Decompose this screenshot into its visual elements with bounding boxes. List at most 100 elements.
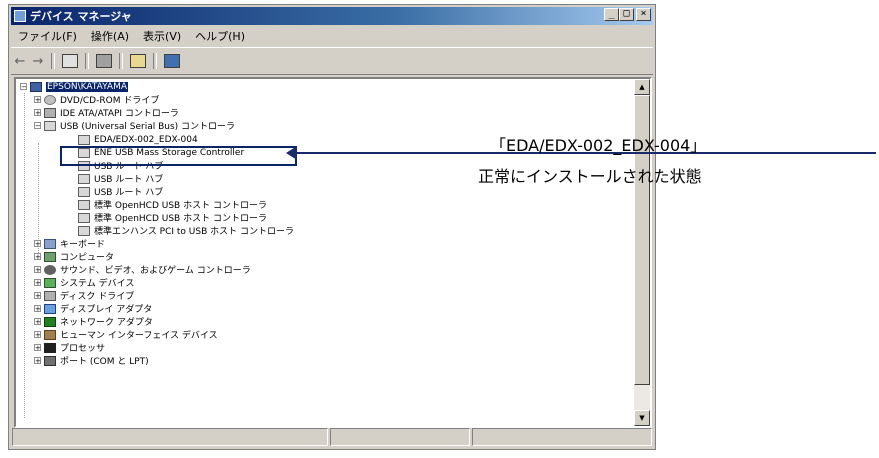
- collapse-toggle[interactable]: −: [34, 122, 41, 130]
- tree-item-label: ヒューマン インターフェイス デバイス: [60, 331, 218, 341]
- tree-item-computer[interactable]: + コンピュータ: [34, 250, 114, 263]
- menu-bar: ファイル(F) 操作(A) 表示(V) ヘルプ(H): [11, 26, 653, 46]
- forward-arrow-icon[interactable]: →: [29, 54, 47, 69]
- usb-icon: [44, 120, 56, 131]
- root-label: EPSON\KATAYAMA: [46, 81, 129, 92]
- expand-toggle[interactable]: +: [34, 96, 41, 104]
- menu-file[interactable]: ファイル(F): [11, 28, 84, 44]
- toolbar: ← →: [11, 47, 653, 75]
- show-hide-tree-icon[interactable]: [62, 54, 78, 68]
- usb-device-eda[interactable]: EDA/EDX-002_EDX-004: [78, 133, 198, 146]
- tree-item-label: プロセッサ: [60, 344, 106, 354]
- status-bar: [12, 428, 652, 446]
- tree-item-label: ポート (COM と LPT): [60, 357, 149, 367]
- status-pane-3: [472, 428, 652, 446]
- tree-item-network[interactable]: + ネットワーク アダプタ: [34, 315, 153, 328]
- expand-toggle[interactable]: +: [34, 344, 41, 352]
- tree-item-processor[interactable]: + プロセッサ: [34, 341, 105, 354]
- usb-host-controller-1[interactable]: 標準 OpenHCD USB ホスト コントローラ: [78, 198, 267, 211]
- device-manager-icon: [14, 10, 26, 22]
- menu-view[interactable]: 表示(V): [136, 28, 188, 44]
- tree-item-display[interactable]: + ディスプレイ アダプタ: [34, 302, 152, 315]
- tree-item-disk[interactable]: + ディスク ドライブ: [34, 289, 134, 302]
- usb-device-icon: [78, 199, 90, 210]
- expand-toggle[interactable]: +: [34, 318, 41, 326]
- usb-root-hub-2[interactable]: USB ルート ハブ: [78, 172, 163, 185]
- usb-device-label: 標準 OpenHCD USB ホスト コントローラ: [94, 214, 267, 224]
- toolbar-separator: [119, 53, 123, 69]
- expand-toggle[interactable]: +: [34, 305, 41, 313]
- tree-item-label: サウンド、ビデオ、およびゲーム コントローラ: [60, 266, 251, 276]
- system-icon: [44, 277, 56, 288]
- maximize-button[interactable]: □: [619, 8, 634, 21]
- highlight-box: [60, 146, 297, 166]
- usb-device-label: 標準 OpenHCD USB ホスト コントローラ: [94, 201, 267, 211]
- tree-item-ide[interactable]: + IDE ATA/ATAPI コントローラ: [34, 106, 179, 119]
- usb-device-label: USB ルート ハブ: [94, 175, 164, 185]
- disk-icon: [44, 290, 56, 301]
- usb-enhanced-host-controller[interactable]: 標準エンハンス PCI to USB ホスト コントローラ: [78, 224, 294, 237]
- back-arrow-icon[interactable]: ←: [11, 54, 29, 69]
- tree-item-label: コンピュータ: [60, 253, 115, 263]
- menu-help[interactable]: ヘルプ(H): [188, 28, 252, 44]
- expand-toggle[interactable]: +: [34, 109, 41, 117]
- collapse-toggle[interactable]: −: [20, 83, 27, 91]
- computer-icon: [44, 251, 56, 262]
- print-icon[interactable]: [96, 54, 112, 68]
- sound-icon: [44, 264, 56, 275]
- annotation-device-name: 「EDA/EDX-002_EDX-004」: [490, 136, 707, 155]
- expand-toggle[interactable]: +: [34, 331, 41, 339]
- close-button[interactable]: ×: [636, 8, 651, 21]
- port-icon: [44, 355, 56, 366]
- dvd-drive-icon: [44, 94, 56, 105]
- toolbar-separator: [85, 53, 89, 69]
- device-tree-pane: − EPSON\KATAYAMA + DVD/CD-ROM ドライブ + IDE…: [14, 77, 652, 428]
- usb-host-controller-2[interactable]: 標準 OpenHCD USB ホスト コントローラ: [78, 211, 267, 224]
- tree-item-hid[interactable]: + ヒューマン インターフェイス デバイス: [34, 328, 218, 341]
- tree-item-dvd[interactable]: + DVD/CD-ROM ドライブ: [34, 93, 159, 106]
- annotation-status: 正常にインストールされた状態: [478, 167, 702, 186]
- help-icon[interactable]: [130, 54, 146, 68]
- tree-item-keyboard[interactable]: + キーボード: [34, 237, 105, 250]
- expand-toggle[interactable]: +: [34, 357, 41, 365]
- hid-icon: [44, 329, 56, 340]
- usb-device-icon: [78, 225, 90, 236]
- tree-item-usb[interactable]: − USB (Universal Serial Bus) コントローラ: [34, 119, 235, 132]
- network-icon: [44, 316, 56, 327]
- expand-toggle[interactable]: +: [34, 279, 41, 287]
- usb-device-label: EDA/EDX-002_EDX-004: [94, 134, 198, 145]
- expand-toggle[interactable]: +: [34, 240, 41, 248]
- usb-device-icon: [78, 212, 90, 223]
- tree-item-label: IDE ATA/ATAPI コントローラ: [60, 109, 179, 119]
- title-bar[interactable]: デバイス マネージャ _ □ ×: [11, 7, 653, 25]
- status-pane-1: [12, 428, 328, 446]
- tree-item-system[interactable]: + システム デバイス: [34, 276, 134, 289]
- usb-root-hub-3[interactable]: USB ルート ハブ: [78, 185, 163, 198]
- tree-root[interactable]: − EPSON\KATAYAMA: [20, 80, 129, 93]
- tree-item-port[interactable]: + ポート (COM と LPT): [34, 354, 149, 367]
- scroll-down-button[interactable]: ▼: [634, 410, 650, 426]
- properties-icon[interactable]: [164, 54, 180, 68]
- usb-device-label: 標準エンハンス PCI to USB ホスト コントローラ: [94, 227, 295, 237]
- expand-toggle[interactable]: +: [34, 253, 41, 261]
- usb-device-label: USB ルート ハブ: [94, 188, 164, 198]
- tree-item-label: ディスク ドライブ: [60, 292, 135, 302]
- menu-action[interactable]: 操作(A): [84, 28, 136, 44]
- expand-toggle[interactable]: +: [34, 292, 41, 300]
- ide-icon: [44, 107, 56, 118]
- tree-item-label: システム デバイス: [60, 279, 135, 289]
- tree-item-label: ネットワーク アダプタ: [60, 318, 153, 328]
- minimize-button[interactable]: _: [604, 8, 619, 21]
- computer-root-icon: [30, 81, 42, 92]
- tree-item-label: ディスプレイ アダプタ: [60, 305, 153, 315]
- tree-item-label: キーボード: [60, 240, 106, 250]
- caption-buttons: _ □ ×: [604, 8, 651, 21]
- tree-item-sound[interactable]: + サウンド、ビデオ、およびゲーム コントローラ: [34, 263, 251, 276]
- window-title: デバイス マネージャ: [30, 10, 132, 23]
- toolbar-separator: [51, 53, 55, 69]
- keyboard-icon: [44, 238, 56, 249]
- toolbar-separator: [153, 53, 157, 69]
- usb-device-icon: [78, 134, 90, 145]
- scroll-up-button[interactable]: ▲: [634, 79, 650, 95]
- expand-toggle[interactable]: +: [34, 266, 41, 274]
